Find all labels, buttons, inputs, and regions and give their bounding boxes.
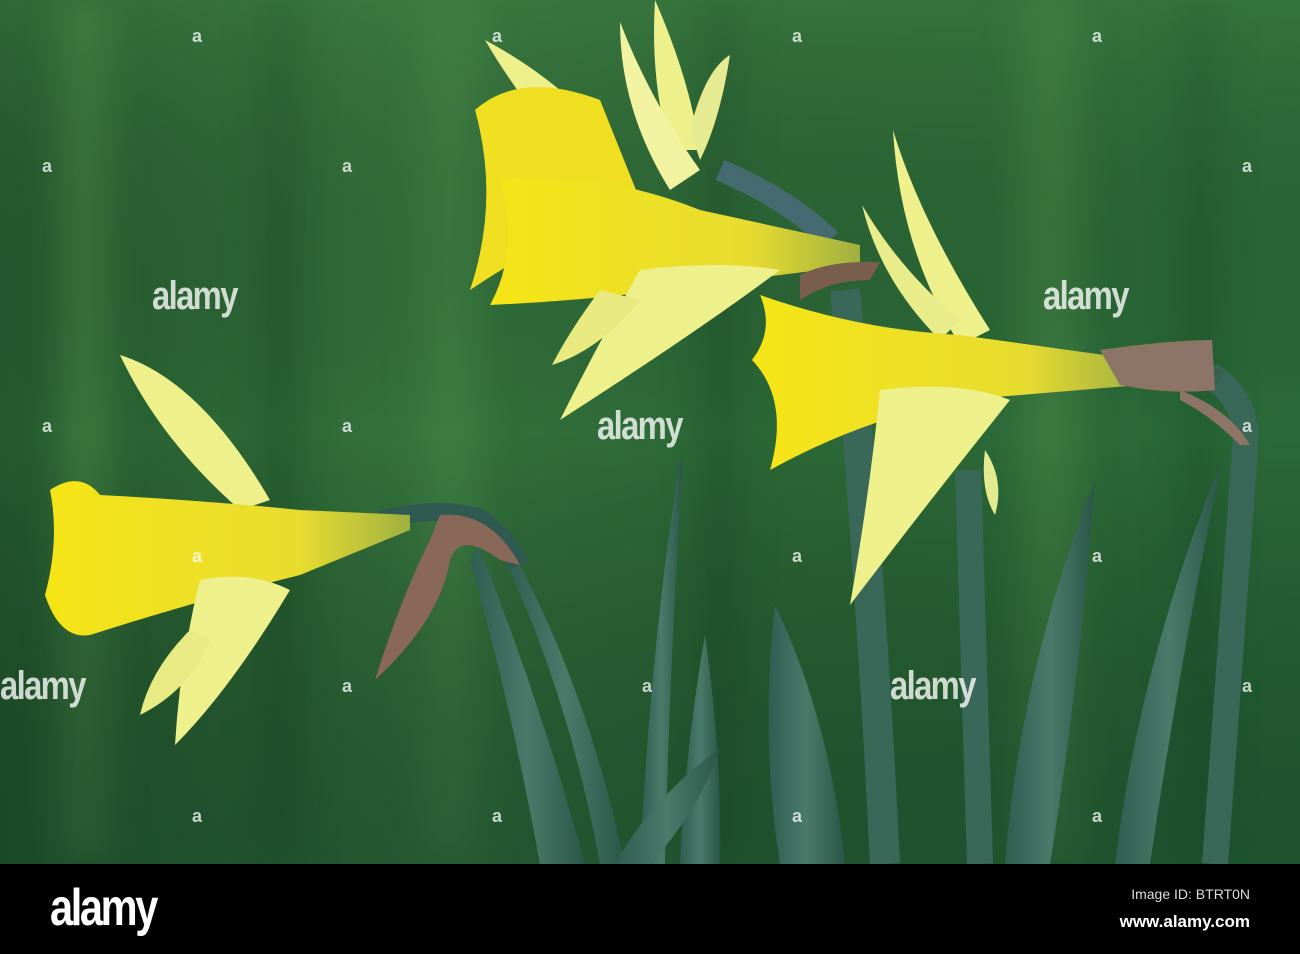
watermark-mark: a — [492, 26, 503, 46]
watermark-text: alamy — [597, 404, 683, 448]
watermark-text: alamy — [890, 664, 976, 708]
watermark-mark: a — [1242, 156, 1253, 176]
watermark-mark: a — [192, 806, 203, 826]
watermark-mark: a — [1092, 546, 1103, 566]
alamy-logo: alamy — [50, 879, 158, 937]
watermark-mark: a — [792, 546, 803, 566]
watermark-text: alamy — [0, 664, 86, 708]
watermark-mark: a — [642, 676, 653, 696]
watermark-mark: a — [1242, 416, 1253, 436]
watermark-mark: a — [792, 806, 803, 826]
stock-photo: alamy alamy alamy alamy alamy a a a a a … — [0, 0, 1300, 954]
watermark-mark: a — [42, 416, 53, 436]
watermark-mark: a — [1242, 676, 1253, 696]
watermark-mark: a — [492, 806, 503, 826]
watermark-mark: a — [1092, 26, 1103, 46]
site-url: www.alamy.com — [1119, 912, 1250, 931]
watermark-mark: a — [1092, 806, 1103, 826]
watermark-mark: a — [42, 156, 53, 176]
watermark-mark: a — [792, 26, 803, 46]
footer-bar: alamy Image ID: BTRT0N www.alamy.com — [0, 864, 1300, 954]
watermark-mark: a — [342, 416, 353, 436]
watermark-mark: a — [192, 26, 203, 46]
image-id: Image ID: BTRT0N — [1131, 886, 1250, 902]
watermark-mark: a — [342, 676, 353, 696]
watermark-mark: a — [192, 546, 203, 566]
watermark-text: alamy — [1043, 274, 1129, 318]
watermark-text: alamy — [152, 274, 238, 318]
watermark-mark: a — [342, 156, 353, 176]
